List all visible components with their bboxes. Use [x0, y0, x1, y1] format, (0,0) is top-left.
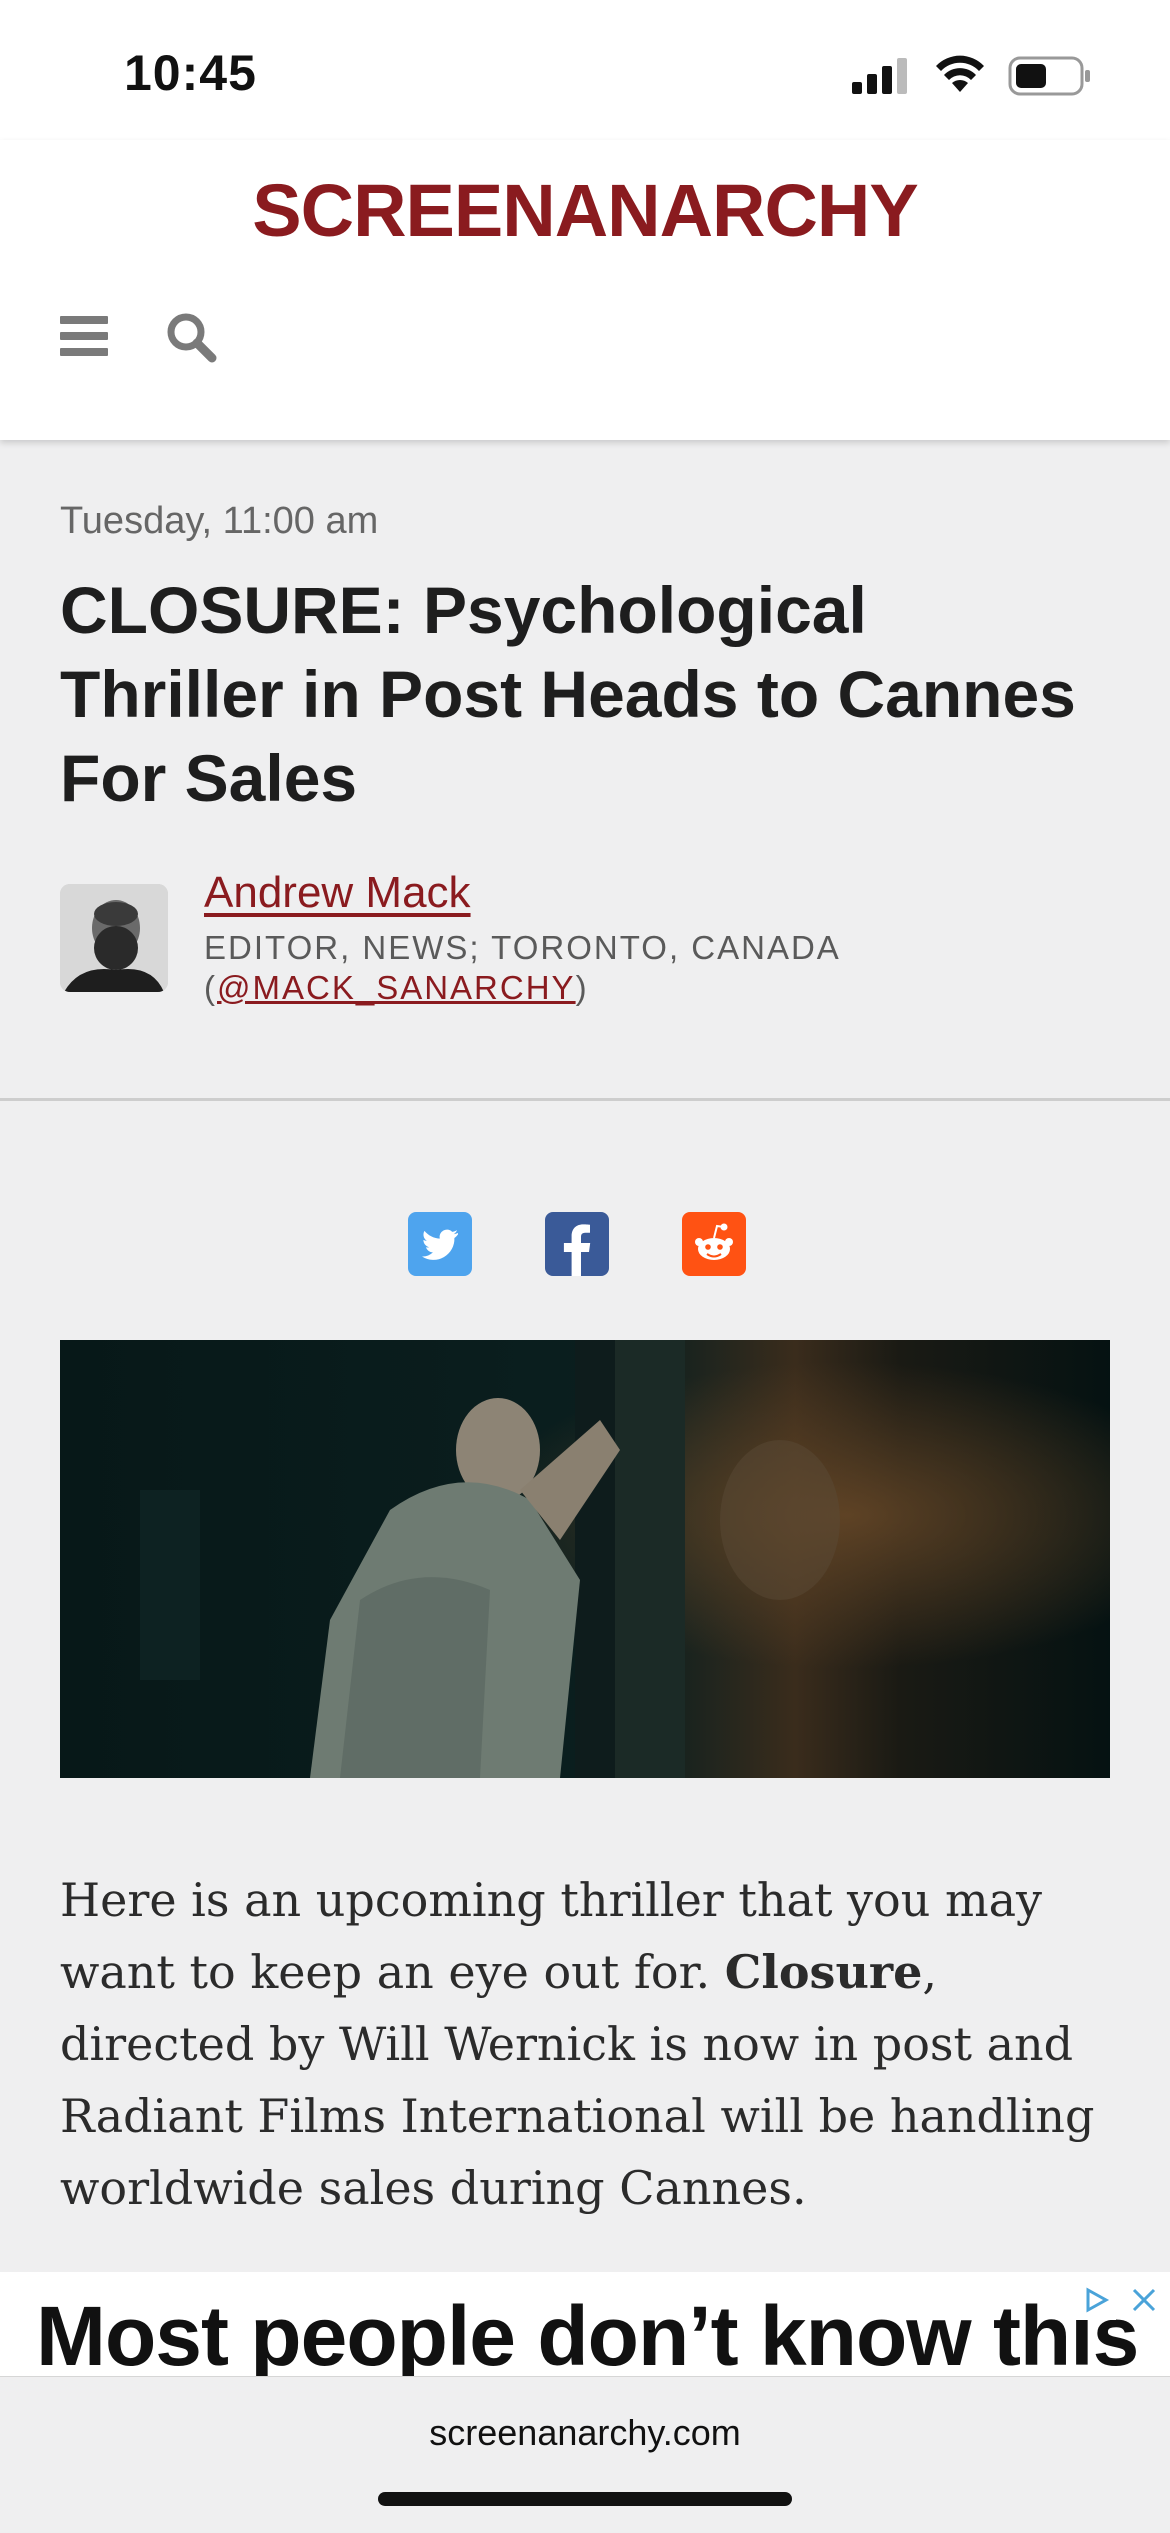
reddit-share-button[interactable]	[682, 1212, 746, 1276]
ad-banner[interactable]: Most people don’t know this	[0, 2272, 1170, 2376]
facebook-icon	[563, 1224, 591, 1276]
browser-url-bar[interactable]	[0, 2376, 1170, 2533]
author-name-link[interactable]: Andrew Mack	[204, 868, 471, 918]
twitter-icon	[422, 1229, 458, 1260]
site-logo[interactable]: SCREENANARCHY	[0, 168, 1170, 253]
status-time: 10:45	[124, 45, 257, 101]
twitter-share-button[interactable]	[408, 1212, 472, 1276]
author-avatar[interactable]	[60, 884, 168, 992]
search-icon[interactable]	[164, 310, 220, 366]
article-title: CLOSURE: Psychological Thriller in Post …	[60, 573, 1076, 815]
reddit-icon	[695, 1223, 733, 1260]
ad-text[interactable]: Most people don’t know this	[36, 2288, 1139, 2376]
menu-icon[interactable]	[60, 316, 108, 356]
divider	[0, 1098, 1170, 1101]
article-hero-image	[60, 1340, 1110, 1778]
author-role: EDITOR, NEWS; TORONTO, CANADA (@MACK_SANA…	[204, 929, 841, 1006]
film-title-bold: Closure	[724, 1945, 923, 1999]
site-header: SCREENANARCHY	[0, 140, 1170, 440]
adchoices-icon[interactable]	[1076, 2280, 1116, 2320]
facebook-share-button[interactable]	[545, 1212, 609, 1276]
battery-icon	[1008, 56, 1090, 96]
url-text[interactable]: screenanarchy.com	[0, 2412, 1170, 2454]
home-indicator[interactable]	[378, 2492, 792, 2506]
status-bar: 10:45	[0, 0, 1170, 140]
close-icon[interactable]	[1124, 2280, 1164, 2320]
wifi-icon	[936, 55, 984, 92]
article-body-paragraph: Here is an upcoming thriller that you ma…	[60, 1864, 1120, 2224]
signal-icon	[852, 58, 907, 94]
author-role-text: EDITOR, NEWS; TORONTO, CANADA	[204, 929, 841, 966]
article-date: Tuesday, 11:00 am	[60, 500, 379, 542]
author-twitter-link[interactable]: @MACK_SANARCHY	[217, 969, 576, 1006]
